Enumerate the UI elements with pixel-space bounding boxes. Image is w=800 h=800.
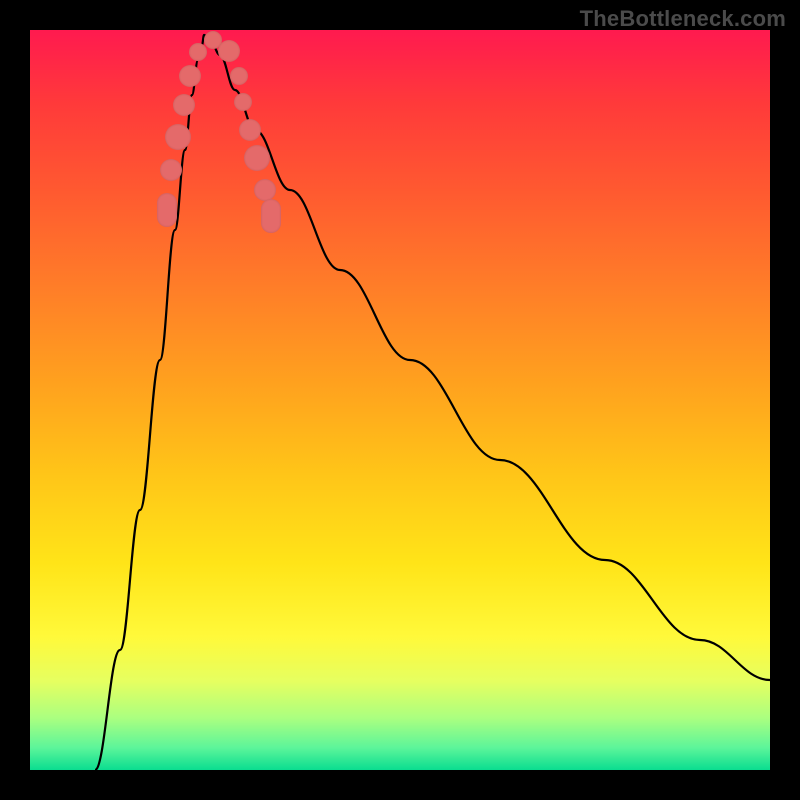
curve-svg: [30, 30, 770, 770]
marker-1: [160, 159, 182, 181]
marker-12: [254, 179, 276, 201]
plot-area: [30, 30, 770, 770]
marker-11: [244, 145, 270, 171]
marker-5: [189, 43, 207, 61]
watermark-text: TheBottleneck.com: [580, 6, 786, 32]
marker-3: [173, 94, 195, 116]
marker-8: [230, 67, 248, 85]
marker-7: [218, 40, 240, 62]
chart-frame: TheBottleneck.com: [0, 0, 800, 800]
marker-0: [157, 193, 177, 227]
marker-2: [165, 124, 191, 150]
marker-13: [261, 199, 281, 233]
marker-4: [179, 65, 201, 87]
marker-9: [234, 93, 252, 111]
bottleneck-curve: [95, 35, 770, 770]
marker-10: [239, 119, 261, 141]
